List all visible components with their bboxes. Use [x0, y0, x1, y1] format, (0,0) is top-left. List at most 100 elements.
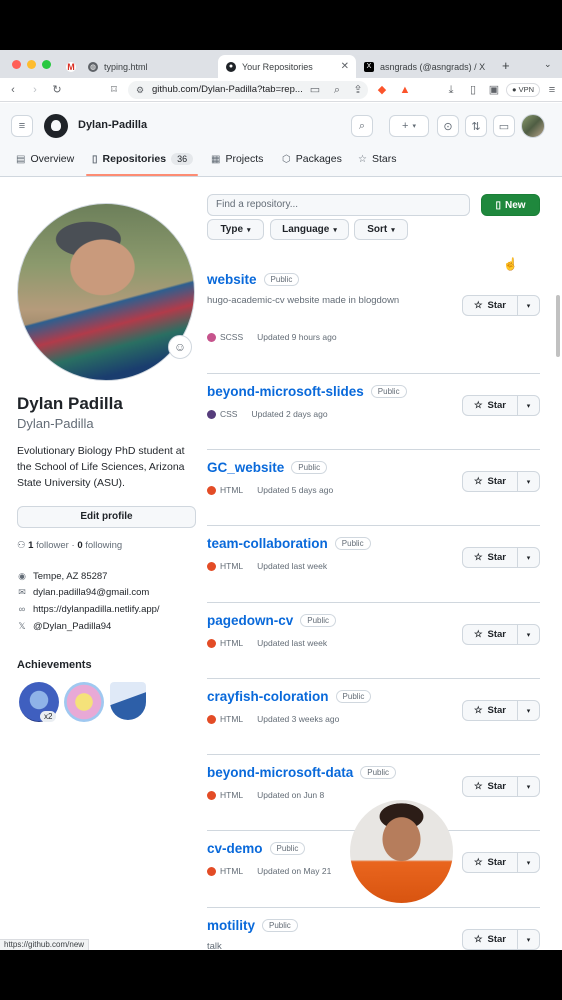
user-avatar[interactable]	[521, 114, 545, 138]
repo-language: HTML	[220, 866, 244, 876]
repo-name-link[interactable]: pagedown-cv	[207, 613, 293, 628]
repo-name-link[interactable]: cv-demo	[207, 841, 263, 856]
star-list-dropdown[interactable]: ▾	[518, 472, 539, 491]
set-status-button[interactable]: ☺	[168, 335, 192, 359]
github-logo-icon[interactable]	[44, 114, 68, 138]
pinned-tab-gmail[interactable]: M	[58, 55, 82, 78]
star-button[interactable]: ☆ Star	[463, 930, 518, 949]
zoom-icon[interactable]: ⌕	[330, 83, 344, 97]
window-controls[interactable]	[12, 60, 51, 69]
repo-name-link[interactable]: team-collaboration	[207, 536, 328, 551]
twitter-row[interactable]: 𝕏 @Dylan_Padilla94	[17, 618, 160, 635]
repo-name-link[interactable]: beyond-microsoft-data	[207, 765, 353, 780]
repo-name-link[interactable]: website	[207, 272, 257, 287]
repo-name-link[interactable]: beyond-microsoft-slides	[207, 384, 364, 399]
star-list-dropdown[interactable]: ▾	[518, 853, 539, 872]
caret-down-icon: ▾	[526, 859, 531, 867]
twitter-link[interactable]: @Dylan_Padilla94	[33, 621, 111, 632]
type-filter-button[interactable]: Type ▾	[207, 219, 264, 240]
brave-rewards-icon[interactable]: ▲	[398, 83, 412, 97]
website-row[interactable]: ∞ https://dylanpadilla.netlify.app/	[17, 601, 160, 618]
star-button[interactable]: ☆ Star	[463, 472, 518, 491]
star-button[interactable]: ☆ Star	[463, 853, 518, 872]
star-icon: ☆	[473, 300, 483, 311]
star-button[interactable]: ☆ Star	[463, 701, 518, 720]
pull-requests-button[interactable]: ⇅	[465, 115, 487, 137]
tab-overview[interactable]: ▤ Overview	[16, 153, 74, 165]
hamburger-menu-button[interactable]: ≡	[11, 115, 33, 137]
site-info-icon[interactable]: ⚙	[136, 81, 144, 99]
bookmark-icon[interactable]: ⌑	[107, 83, 121, 97]
repo-name-link[interactable]: GC_website	[207, 460, 284, 475]
star-list-dropdown[interactable]: ▾	[518, 777, 539, 796]
profile-bio: Evolutionary Biology PhD student at the …	[17, 445, 185, 489]
forward-icon[interactable]: ›	[28, 83, 42, 97]
tab-your-repositories[interactable]: ● Your Repositories ✕	[218, 55, 356, 78]
maximize-window-icon[interactable]	[42, 60, 51, 69]
create-new-button[interactable]: + ▾	[389, 115, 429, 137]
profile-avatar[interactable]	[17, 203, 195, 381]
menu-icon[interactable]: ≡	[545, 83, 559, 97]
email-row[interactable]: ✉ dylan.padilla94@gmail.com	[17, 585, 160, 602]
page-scrollbar[interactable]	[556, 295, 560, 357]
tab-projects[interactable]: ▦ Projects	[211, 153, 263, 165]
back-icon[interactable]: ‹	[6, 83, 20, 97]
visibility-badge: Public	[262, 919, 298, 932]
website-link[interactable]: https://dylanpadilla.netlify.app/	[33, 604, 160, 615]
brave-shield-icon[interactable]: ◆	[375, 83, 389, 97]
followers-link[interactable]: 1 follower	[28, 540, 69, 551]
sort-filter-button[interactable]: Sort ▾	[354, 219, 408, 240]
tab-label: typing.html	[104, 61, 148, 72]
star-button-group: ☆ Star ▾	[462, 471, 540, 492]
wallet-icon[interactable]: ▣	[487, 83, 501, 97]
header-owner[interactable]: Dylan-Padilla	[78, 119, 147, 131]
following-link[interactable]: 0 following	[77, 540, 122, 551]
repo-name-link[interactable]: motility	[207, 918, 255, 933]
repo-name-link[interactable]: crayfish-coloration	[207, 689, 329, 704]
edit-profile-button[interactable]: Edit profile	[17, 506, 196, 528]
star-list-dropdown[interactable]: ▾	[518, 296, 539, 315]
downloads-icon[interactable]: ⤓	[444, 83, 458, 97]
star-button[interactable]: ☆ Star	[463, 548, 518, 567]
repo-meta: SCSS Updated 9 hours ago	[207, 332, 337, 342]
share-icon[interactable]: ⇪	[351, 83, 365, 97]
sidebar-icon[interactable]: ▯	[466, 83, 480, 97]
close-window-icon[interactable]	[12, 60, 21, 69]
find-repository-input[interactable]: Find a repository...	[207, 194, 470, 216]
location-icon: ◉	[18, 570, 26, 581]
star-list-dropdown[interactable]: ▾	[518, 930, 539, 949]
star-button-group: ☆ Star ▾	[462, 624, 540, 645]
star-button[interactable]: ☆ Star	[463, 396, 518, 415]
achievement-arctic-badge[interactable]	[110, 682, 146, 720]
minimize-window-icon[interactable]	[27, 60, 36, 69]
repo-language: CSS	[220, 409, 238, 419]
tab-typing[interactable]: ◍ typing.html	[80, 55, 218, 78]
inbox-button[interactable]: ▭	[493, 115, 515, 137]
achievement-yolo-badge[interactable]	[64, 682, 104, 722]
tab-search-chevron-icon[interactable]: ⌄	[544, 59, 552, 70]
tab-stars[interactable]: ☆ Stars	[358, 153, 396, 165]
star-list-dropdown[interactable]: ▾	[518, 625, 539, 644]
email-link[interactable]: dylan.padilla94@gmail.com	[33, 587, 149, 598]
star-list-dropdown[interactable]: ▾	[518, 396, 539, 415]
github-icon: ●	[226, 61, 236, 72]
search-button[interactable]: ⌕	[351, 115, 373, 137]
close-tab-icon[interactable]: ✕	[341, 61, 349, 72]
tab-repositories[interactable]: ▯ Repositories 36	[92, 153, 194, 165]
reload-icon[interactable]: ↻	[50, 83, 64, 97]
star-button[interactable]: ☆ Star	[463, 296, 518, 315]
vpn-button[interactable]: ● VPN	[506, 83, 541, 97]
new-repository-button[interactable]: ▯ New	[481, 194, 540, 216]
new-tab-icon[interactable]: +	[502, 58, 510, 73]
tab-packages[interactable]: ⬡ Packages	[282, 153, 342, 165]
cast-icon[interactable]: ▭	[308, 83, 322, 97]
star-button[interactable]: ☆ Star	[463, 777, 518, 796]
star-list-dropdown[interactable]: ▾	[518, 548, 539, 567]
language-filter-button[interactable]: Language ▾	[270, 219, 349, 240]
star-list-dropdown[interactable]: ▾	[518, 701, 539, 720]
tab-asngrads[interactable]: X asngrads (@asngrads) / X	[356, 55, 496, 78]
visibility-badge: Public	[263, 273, 300, 286]
tab-packages-label: Packages	[295, 153, 342, 165]
star-button[interactable]: ☆ Star	[463, 625, 518, 644]
issues-button[interactable]: ⊙	[437, 115, 459, 137]
